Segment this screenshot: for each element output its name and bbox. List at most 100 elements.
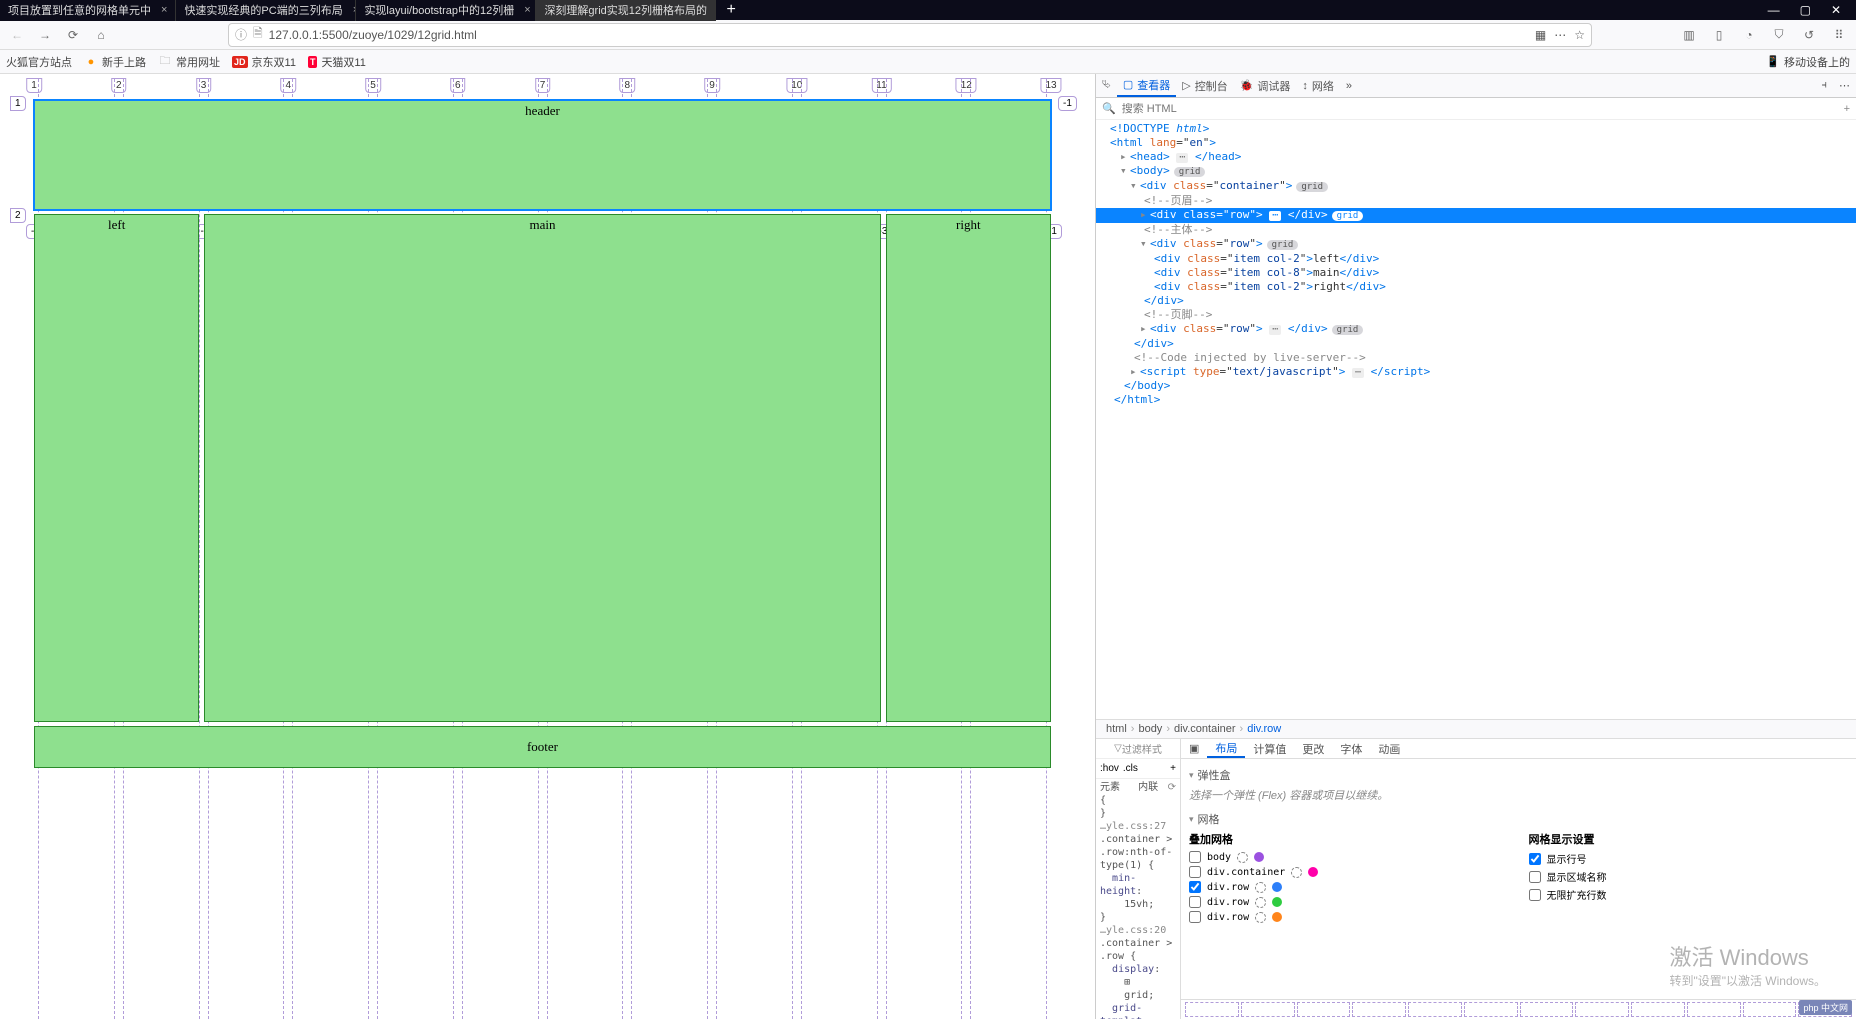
tab-console[interactable]: ▷ 控制台 [1176,74,1233,97]
extensions-icon[interactable]: ⠿ [1828,24,1850,46]
sync-icon[interactable]: ↺ [1798,24,1820,46]
bookmark-common[interactable]: 🗀常用网址 [158,54,220,70]
grid-display-option[interactable]: 显示区域名称 [1529,869,1849,884]
tab-network[interactable]: ↕ 网络 [1296,74,1340,97]
styles-panel: ▽ 过滤样式 :hov .cls + 元素 ⟳ 内联 {} …yle.css:2… [1096,739,1856,1019]
minimize-icon[interactable]: — [1768,3,1780,17]
reload-icon[interactable]: ⟳ [62,24,84,46]
page-viewport: 1 2 12345678910111213 -1 -13-12-11-10-9-… [0,74,1095,1019]
breadcrumb: html› body› div.container› div.row [1096,719,1856,739]
pick-element-icon[interactable]: ⮱ [1096,74,1117,97]
grid-col-label: 1 [26,78,42,93]
page-icon: 🗎 [253,24,263,45]
home-icon[interactable]: ⌂ [90,24,112,46]
header-cell: header [34,100,1051,210]
filter-styles[interactable]: ▽ 过滤样式 [1096,739,1180,759]
grid-overlay-item[interactable]: div.container [1189,866,1509,878]
tab-changes[interactable]: 更改 [1294,739,1332,758]
grid-col-label: 8 [619,78,635,93]
php-badge: php 中文网 [1799,1000,1852,1015]
grid-overlay-item[interactable]: div.row [1189,911,1509,923]
tab-debugger[interactable]: 🐞 调试器 [1234,74,1297,97]
layout-column: ▣ 布局 计算值 更改 字体 动画 弹性盒 选择一个弹性 (Flex) 容器或项… [1181,739,1856,1019]
sidebar-icon[interactable]: ▯ [1708,24,1730,46]
crumb-body[interactable]: body [1134,723,1166,735]
grid-section-header[interactable]: 网格 [1189,811,1848,827]
bookmark-getting-started[interactable]: ●新手上路 [84,54,146,70]
crumb-container[interactable]: div.container [1170,723,1240,735]
browser-tab-0[interactable]: 项目放置到任意的网格单元中× [0,0,176,21]
forward-icon[interactable]: → [34,24,56,46]
css-rules[interactable]: 元素 ⟳ 内联 {} …yle.css:27 .container > .row… [1096,779,1180,1019]
close-icon[interactable]: × [524,4,530,16]
grid-col-label: 13 [1040,78,1061,93]
bookmark-firefox[interactable]: 火狐官方站点 [6,54,72,70]
cls-toggle[interactable]: .cls [1123,763,1138,774]
grid-overlay-item[interactable]: div.row [1189,881,1509,893]
tab-computed[interactable]: 计算值 [1245,739,1294,758]
flex-section-header[interactable]: 弹性盒 [1189,767,1848,783]
grid-col-label: 7 [535,78,551,93]
browser-tab-2[interactable]: 实现layui/bootstrap中的12列栅× [356,0,536,21]
tab-animations[interactable]: 动画 [1370,739,1408,758]
devtools-menu-icon[interactable]: ⋯ [1833,79,1856,92]
layout-box-icon[interactable]: ▣ [1181,739,1207,758]
footer-row: footer [34,726,1051,768]
tab-strip: 项目放置到任意的网格单元中× 快速实现经典的PC端的三列布局× 实现layui/… [0,0,1753,21]
dom-tree[interactable]: <!DOCTYPE html> <html lang="en"> ▸<head>… [1096,120,1856,719]
page-content: header left main right footer [34,100,1051,768]
maximize-icon[interactable]: ▢ [1800,3,1811,17]
url-bar[interactable]: ⓘ 🗎 127.0.0.1:5500/zuoye/1029/12grid.htm… [228,23,1592,47]
page-actions-icon[interactable]: ⋯ [1554,28,1566,42]
toolbar-more-icon[interactable]: » [1340,74,1358,97]
url-text: 127.0.0.1:5500/zuoye/1029/12grid.html [269,28,477,42]
grid-overlay-item[interactable]: div.row [1189,896,1509,908]
add-node-icon[interactable]: + [1844,103,1850,115]
tab-inspector[interactable]: ▢ 查看器 [1117,74,1176,97]
browser-titlebar: 项目放置到任意的网格单元中× 快速实现经典的PC端的三列布局× 实现layui/… [0,0,1856,20]
browser-tab-3[interactable]: 深刻理解grid实现12列栅格布局的× [536,0,716,21]
add-rule-icon[interactable]: + [1170,763,1176,774]
responsive-icon[interactable]: ⫞ [1816,79,1834,92]
shield-icon[interactable]: ⛉ [1768,24,1790,46]
grid-col-label: 3 [196,78,212,93]
grid-col-label: 9 [704,78,720,93]
account-icon[interactable]: ◔ [1738,24,1760,46]
main-row: left main right [34,214,1051,722]
grid-display-option[interactable]: 显示行号 [1529,851,1849,866]
tab-layout[interactable]: 布局 [1207,739,1245,758]
rules-column: ▽ 过滤样式 :hov .cls + 元素 ⟳ 内联 {} …yle.css:2… [1096,739,1181,1019]
back-icon[interactable]: ← [6,24,28,46]
browser-tab-1[interactable]: 快速实现经典的PC端的三列布局× [176,0,356,21]
devtools-toolbar: ⮱ ▢ 查看器 ▷ 控制台 🐞 调试器 ↕ 网络 » ⫞ ⋯ [1096,74,1856,98]
devtools-panel: ⮱ ▢ 查看器 ▷ 控制台 🐞 调试器 ↕ 网络 » ⫞ ⋯ 🔍 + <!DOC… [1095,74,1856,1019]
qr-icon[interactable]: ▦ [1535,28,1546,42]
dom-search-input[interactable] [1122,103,1838,115]
close-window-icon[interactable]: ✕ [1831,3,1841,17]
bookmark-mobile[interactable]: 📱移动设备上的 [1766,54,1850,70]
overlay-grid-header: 叠加网格 [1189,831,1509,847]
left-cell: left [34,214,199,722]
grid-display-header: 网格显示设置 [1529,831,1849,847]
grid-col-label: 11 [871,78,891,93]
grid-col-label: 10 [786,78,807,93]
crumb-html[interactable]: html [1102,723,1131,735]
header-row: header [34,100,1051,210]
info-icon[interactable]: ⓘ [235,26,247,43]
window-controls: — ▢ ✕ [1753,3,1856,17]
grid-overlay-item[interactable]: body [1189,851,1509,863]
bookmark-star-icon[interactable]: ☆ [1574,28,1585,42]
dom-search: 🔍 + [1096,98,1856,120]
search-icon: 🔍 [1102,102,1116,115]
crumb-row[interactable]: div.row [1243,723,1285,735]
grid-col-label: 2 [111,78,127,93]
new-tab-button[interactable]: + [716,1,745,19]
close-icon[interactable]: × [161,4,167,16]
nav-toolbar: ← → ⟳ ⌂ ⓘ 🗎 127.0.0.1:5500/zuoye/1029/12… [0,20,1856,50]
hov-toggle[interactable]: :hov [1100,763,1119,774]
tab-fonts[interactable]: 字体 [1332,739,1370,758]
bookmark-tmall[interactable]: T天猫双11 [308,54,366,70]
bookmark-jd[interactable]: JD京东双11 [232,54,296,70]
grid-display-option[interactable]: 无限扩充行数 [1529,887,1849,902]
library-icon[interactable]: ▥ [1678,24,1700,46]
